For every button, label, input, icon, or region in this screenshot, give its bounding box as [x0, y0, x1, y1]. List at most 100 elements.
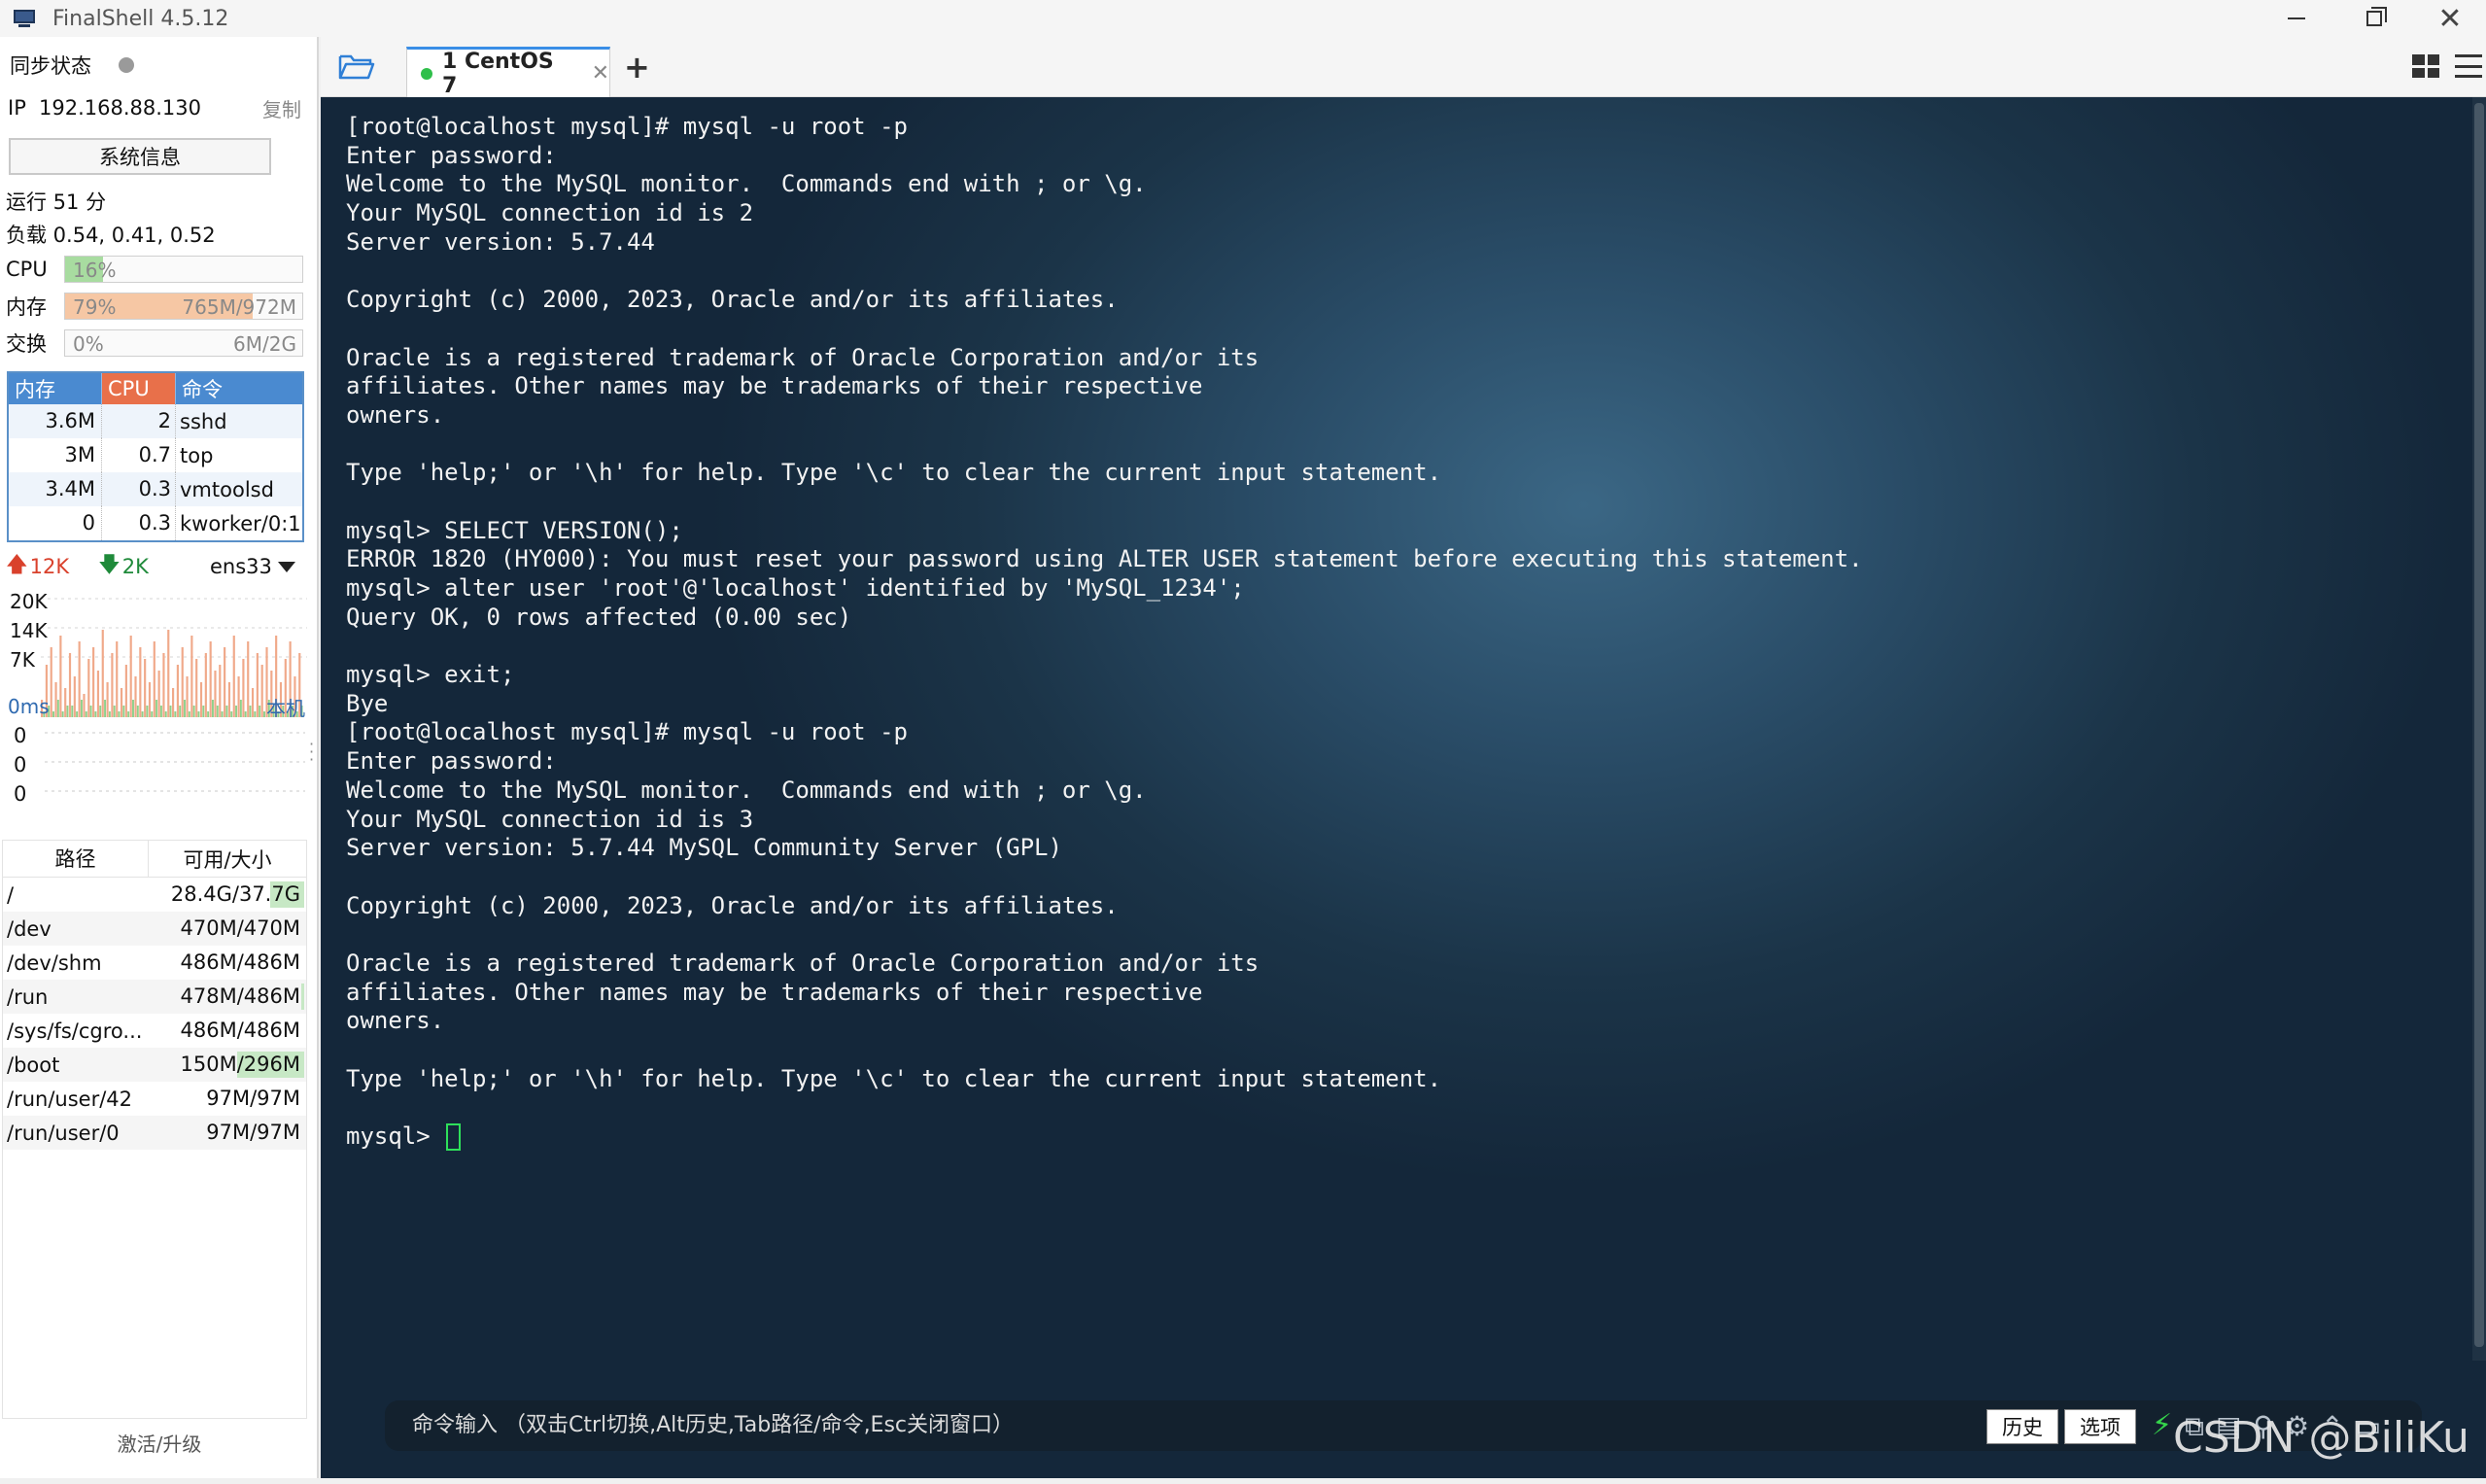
terminal-line: [root@localhost mysql]# mysql -u root -p — [346, 718, 908, 746]
net-y-label: 20K — [10, 590, 48, 613]
disk-row[interactable]: /dev 470M/470M — [3, 912, 306, 946]
disk-header-path[interactable]: 路径 — [3, 841, 149, 877]
terminal-line: owners. — [346, 400, 445, 429]
process-table-header: 内存 CPU 命令 — [9, 373, 302, 404]
lightning-icon[interactable]: ⚡ — [2152, 1408, 2172, 1442]
activate-upgrade-link[interactable]: 激活/升级 — [0, 1429, 319, 1457]
terminal-line: [root@localhost mysql]# mysql -u root -p — [346, 113, 908, 140]
tab-centos-7[interactable]: 1 CentOS 7 ✕ — [406, 47, 610, 98]
session-tab-bar: 1 CentOS 7 ✕ + — [321, 37, 2486, 98]
restore-button[interactable] — [2336, 0, 2412, 37]
ping-latency: 0ms — [8, 695, 50, 718]
terminal-line: Welcome to the MySQL monitor. Commands e… — [346, 776, 1147, 804]
finalshell-app-icon — [12, 8, 37, 29]
process-header-cpu[interactable]: CPU — [102, 373, 176, 404]
disk-usage-bar — [301, 984, 304, 1010]
tab-close-icon[interactable]: ✕ — [592, 61, 609, 86]
disk-path: /boot — [7, 1053, 60, 1077]
disk-row[interactable]: /run/user/42 97M/97M — [3, 1082, 306, 1116]
load-average-text: 负载 0.54, 0.41, 0.52 — [6, 224, 216, 247]
swap-amount: 6M/2G — [233, 332, 296, 356]
memory-amount: 765M/972M — [182, 295, 296, 319]
ip-value: 192.168.88.130 — [39, 96, 201, 120]
net-y-label: 7K — [10, 648, 35, 672]
terminal-scrollbar[interactable] — [2472, 97, 2486, 1361]
uptime-text: 运行 51 分 — [6, 190, 107, 214]
terminal-line: Type 'help;' or '\h' for help. Type '\c'… — [346, 1064, 1442, 1092]
swap-usage-bar: 0% 6M/2G — [64, 329, 303, 357]
process-header-command[interactable]: 命令 — [176, 374, 302, 403]
disk-usage: 470M/470M — [180, 916, 300, 940]
sync-status-dot-icon — [119, 57, 134, 73]
history-button[interactable]: 历史 — [1986, 1409, 2058, 1444]
terminal-view[interactable]: [root@localhost mysql]# mysql -u root -p… — [321, 97, 2486, 1478]
terminal-line: Your MySQL connection id is 3 — [346, 805, 754, 833]
ping-row: 0ms 本机 — [0, 690, 319, 723]
process-mem: 3.4M — [9, 472, 102, 506]
folder-open-icon[interactable] — [338, 52, 375, 80]
cpu-usage-bar: 16% — [64, 256, 303, 283]
network-interface-select[interactable]: ens33 — [210, 555, 272, 578]
close-button[interactable]: ✕ — [2412, 0, 2486, 37]
swap-meter-row: 交换 0% 6M/2G — [0, 327, 319, 360]
terminal-line: Copyright (c) 2000, 2023, Oracle and/or … — [346, 286, 1119, 314]
connection-status-dot-icon — [421, 67, 432, 80]
title-bar: FinalShell 4.5.12 ✕ — [0, 0, 2486, 37]
terminal-prompt: mysql> — [346, 1122, 445, 1151]
disk-row[interactable]: /boot 150M/296M — [3, 1048, 306, 1082]
process-row[interactable]: 0 0.3 kworker/0:1 — [9, 506, 302, 540]
process-row[interactable]: 3.4M 0.3 vmtoolsd — [9, 472, 302, 506]
chevron-down-icon[interactable] — [278, 561, 295, 572]
options-button[interactable]: 选项 — [2064, 1409, 2136, 1444]
terminal-line: Enter password: — [346, 141, 557, 169]
copy-ip-button[interactable]: 复制 — [262, 94, 301, 122]
command-input[interactable]: 命令输入 （双击Ctrl切换,Alt历史,Tab路径/命令,Esc关闭窗口） — [412, 1400, 1014, 1451]
disk-row[interactable]: /run/user/0 97M/97M — [3, 1116, 306, 1150]
terminal-prompt-line: mysql> — [346, 1122, 1863, 1152]
disk-header-usage[interactable]: 可用/大小 — [149, 845, 306, 874]
terminal-line: Oracle is a registered trademark of Orac… — [346, 949, 1260, 977]
new-tab-plus-icon[interactable]: + — [624, 49, 650, 86]
terminal-line: owners. — [346, 1007, 445, 1035]
terminal-line: Query OK, 0 rows affected (0.00 sec) — [346, 603, 852, 631]
terminal-scrollbar-thumb[interactable] — [2474, 103, 2484, 1347]
window-title: FinalShell 4.5.12 — [52, 6, 229, 31]
disk-row[interactable]: /sys/fs/cgro... 486M/486M — [3, 1014, 306, 1048]
disk-usage: 486M/486M — [180, 1018, 300, 1042]
minimize-icon — [2288, 17, 2305, 19]
ping-target[interactable]: 本机 — [266, 693, 305, 721]
terminal-line: mysql> SELECT VERSION(); — [346, 516, 683, 544]
disk-row[interactable]: /run 478M/486M — [3, 980, 306, 1014]
disk-path: /run/user/0 — [7, 1121, 120, 1145]
process-command: top — [180, 443, 214, 467]
terminal-line: mysql> exit; — [346, 661, 515, 689]
minimize-button[interactable] — [2259, 0, 2334, 37]
ip-row: IP 192.168.88.130 复制 — [0, 91, 319, 124]
process-row[interactable]: 3M 0.7 top — [9, 438, 302, 472]
ping-value: 0 — [14, 753, 27, 777]
disk-row[interactable]: / 28.4G/37.7G — [3, 878, 306, 912]
disk-path: /dev — [7, 916, 52, 941]
process-cpu: 0.3 — [102, 506, 176, 540]
process-row[interactable]: 3.6M 2 sshd — [9, 404, 302, 438]
system-info-button[interactable]: 系统信息 — [9, 138, 271, 175]
sidebar-resize-handle[interactable]: · · · — [309, 737, 314, 768]
tab-label: 1 CentOS 7 — [441, 49, 554, 98]
process-header-memory[interactable]: 内存 — [9, 373, 102, 404]
hamburger-menu-icon[interactable] — [2455, 54, 2482, 78]
ping-value: 0 — [14, 782, 27, 806]
layout-grid-icon[interactable] — [2412, 54, 2439, 78]
process-cpu: 0.7 — [102, 438, 176, 472]
disk-path: /dev/shm — [7, 950, 102, 975]
disk-path: /run — [7, 984, 49, 1009]
terminal-line: Copyright (c) 2000, 2023, Oracle and/or … — [346, 891, 1119, 919]
terminal-line: Bye — [346, 689, 389, 717]
ip-label: IP — [8, 96, 26, 120]
disk-row[interactable]: /dev/shm 486M/486M — [3, 946, 306, 980]
restore-icon — [2366, 7, 2387, 26]
